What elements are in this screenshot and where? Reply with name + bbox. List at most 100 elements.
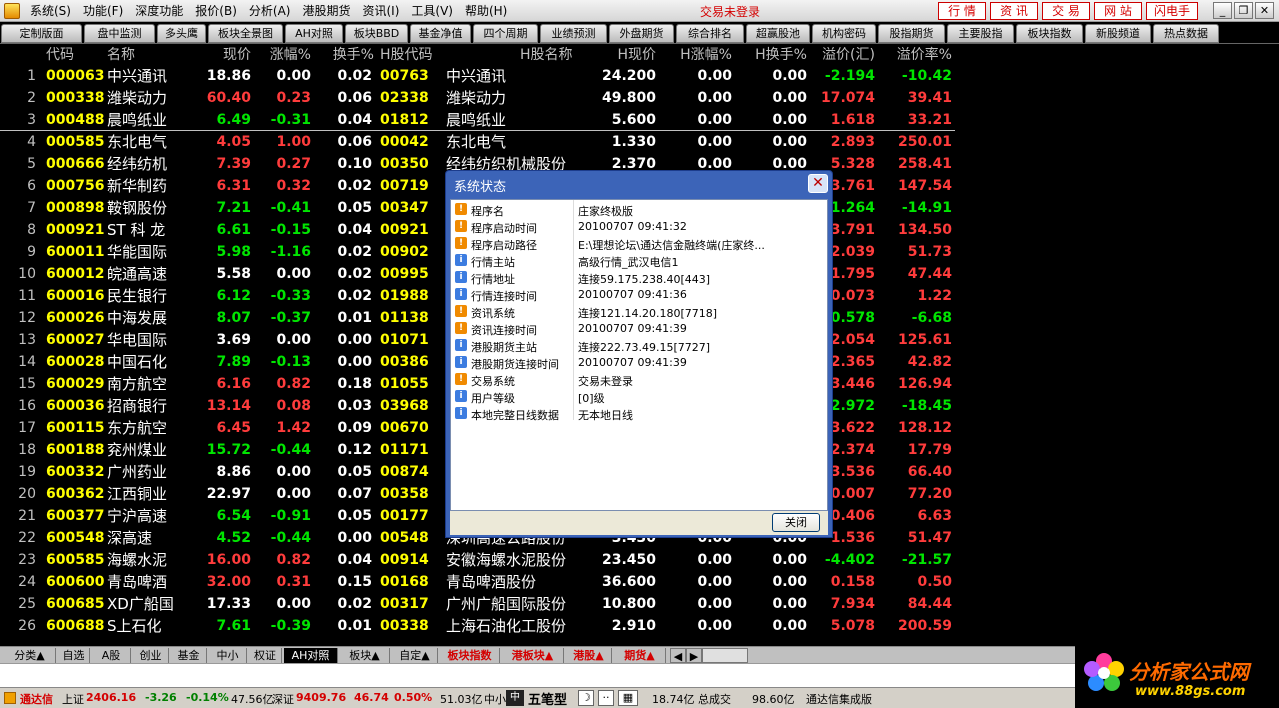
close-window-icon[interactable]: ✕ [1255,2,1274,19]
column-header[interactable]: 溢价率% [880,44,952,64]
quote-button[interactable]: 行 情 [938,2,986,20]
cell-code: 600028 [46,354,105,370]
tab-3[interactable]: 板块全景图 [208,24,283,43]
menu-item[interactable]: 工具(V) [405,2,459,19]
cell-no: 21 [18,508,36,524]
menu-item[interactable]: 功能(F) [77,2,129,19]
restore-icon[interactable]: ❐ [1234,2,1253,19]
category-tab-10[interactable]: 板块指数 [440,648,500,663]
keyboard-icon[interactable]: ▦ [618,690,638,706]
dialog-close-icon[interactable]: ✕ [808,174,828,193]
cell-prem: -4.402 [824,552,875,568]
category-tab-13[interactable]: 期货▲ [614,648,666,663]
tab-7[interactable]: 四个周期 [473,24,538,43]
tab-10[interactable]: 综合排名 [676,24,744,43]
category-tab-6[interactable]: 权证 [249,648,282,663]
tab-4[interactable]: AH对照 [285,24,343,43]
horizontal-scrollbar[interactable] [702,648,748,663]
cell-prem: 2.893 [830,134,875,150]
tab-11[interactable]: 超赢股池 [746,24,810,43]
table-row[interactable]: 4 000585 东北电气 4.05 1.00 0.06 00042 东北电气 1.330 0.0… [0,131,960,153]
tab-17[interactable]: 热点数据 [1153,24,1219,43]
category-tab-2[interactable]: A股 [92,648,131,663]
menu-item[interactable]: 港股期货 [296,2,356,19]
column-header[interactable]: 名称 [107,44,197,64]
app-icon [4,2,20,19]
minimize-icon[interactable]: _ [1213,2,1232,19]
news-button[interactable]: 资 讯 [990,2,1038,20]
column-header[interactable]: 涨幅% [255,44,311,64]
punctuation-icon[interactable]: ·· [598,690,614,706]
tab-13[interactable]: 股指期货 [878,24,945,43]
category-tab-0[interactable]: 分类▲ [4,648,56,663]
menu-item[interactable]: 深度功能 [129,2,189,19]
column-header[interactable]: H现价 [598,44,656,64]
status-label: 交易系统 [471,375,515,388]
table-row[interactable]: 23 600585 海螺水泥 16.00 0.82 0.04 00914 安徽海螺水泥股份 23… [0,549,960,571]
category-tab-5[interactable]: 中小 [209,648,247,663]
table-row[interactable]: 1 000063 中兴通讯 18.86 0.00 0.02 00763 中兴通讯 24.200 0… [0,65,960,87]
category-tab-4[interactable]: 基金 [171,648,207,663]
status-label: 港股期货连接时间 [471,358,559,371]
close-button[interactable]: 关闭 [772,513,820,532]
input-method-icon[interactable]: 中 [506,690,524,706]
tab-2[interactable]: 多头鹰 [157,24,206,43]
cell-hcode: 00763 [380,68,429,84]
tab-1[interactable]: 盘中监测 [84,24,155,43]
column-header[interactable]: H股名称 [520,44,600,64]
column-header[interactable]: H涨幅% [668,44,732,64]
tab-16[interactable]: 新股频道 [1085,24,1151,43]
tab-8[interactable]: 业绩预测 [540,24,607,43]
trade-button[interactable]: 交 易 [1042,2,1090,20]
category-tab-1[interactable]: 自选 [58,648,90,663]
table-row[interactable]: 2 000338 潍柴动力 60.40 0.23 0.06 02338 潍柴动力 49.800 0… [0,87,960,109]
menu-item[interactable]: 帮助(H) [459,2,513,19]
category-tab-12[interactable]: 港股▲ [566,648,612,663]
menu-item[interactable]: 分析(A) [243,2,297,19]
input-method-label[interactable]: 五笔型 [528,689,567,708]
command-input-bar[interactable] [0,663,1075,687]
column-header[interactable]: H股代码 [380,44,440,64]
tab-5[interactable]: 板块BBD [345,24,408,43]
category-tab-3[interactable]: 创业 [133,648,169,663]
cell-turn: 0.02 [337,178,372,194]
table-row[interactable]: 3 000488 晨鸣纸业 6.49 -0.31 0.04 01812 晨鸣纸业 5.600 0.… [0,109,960,131]
category-tab-7[interactable]: AH对照 [284,648,338,663]
website-button[interactable]: 网 站 [1094,2,1142,20]
tab-9[interactable]: 外盘期货 [609,24,674,43]
tab-14[interactable]: 主要股指 [947,24,1014,43]
tab-0[interactable]: 定制版面 [1,24,82,43]
cell-chg: 0.00 [276,68,311,84]
cell-chg: 0.32 [276,178,311,194]
column-header[interactable]: 现价 [195,44,251,64]
moon-icon[interactable]: ☽ [578,690,594,706]
table-row[interactable]: 24 600600 青岛啤酒 32.00 0.31 0.15 00168 青岛啤酒股份 36.6… [0,571,960,593]
column-header[interactable]: 代码 [46,44,102,64]
tab-15[interactable]: 板块指数 [1016,24,1083,43]
cell-price: 4.05 [216,134,251,150]
column-header[interactable]: 换手% [318,44,374,64]
tab-6[interactable]: 基金净值 [410,24,471,43]
cell-rate: 84.44 [907,596,952,612]
flash-trade-button[interactable]: 闪电手 [1146,2,1198,20]
cell-prem: 17.074 [820,90,875,106]
column-header[interactable]: H换手% [745,44,807,64]
menu-item[interactable]: 报价(B) [189,2,243,19]
cell-hprice: 36.600 [601,574,656,590]
category-tab-11[interactable]: 港板块▲ [502,648,564,663]
category-tab-8[interactable]: 板块▲ [340,648,390,663]
menu-item[interactable]: 资讯(I) [356,2,405,19]
cell-name: 华电国际 [107,331,168,349]
menu-item[interactable]: 系统(S) [24,2,77,19]
total-amount: 98.60亿 [752,693,795,706]
table-row[interactable]: 26 600688 S上石化 7.61 -0.39 0.01 00338 上海石油化工股份 2.… [0,615,960,637]
column-header[interactable]: 溢价(汇) [808,44,875,64]
category-tab-9[interactable]: 自定▲ [392,648,438,663]
table-row[interactable]: 25 600685 XD广船国 17.33 0.00 0.02 00317 广州广船国际股份 1… [0,593,960,615]
scroll-left-icon[interactable]: ◀ [670,648,686,663]
cell-rate: 17.79 [907,442,952,458]
cell-code: 600029 [46,376,105,392]
scroll-right-icon[interactable]: ▶ [686,648,702,663]
cell-hturn: 0.00 [772,618,807,634]
tab-12[interactable]: 机构密码 [812,24,876,43]
